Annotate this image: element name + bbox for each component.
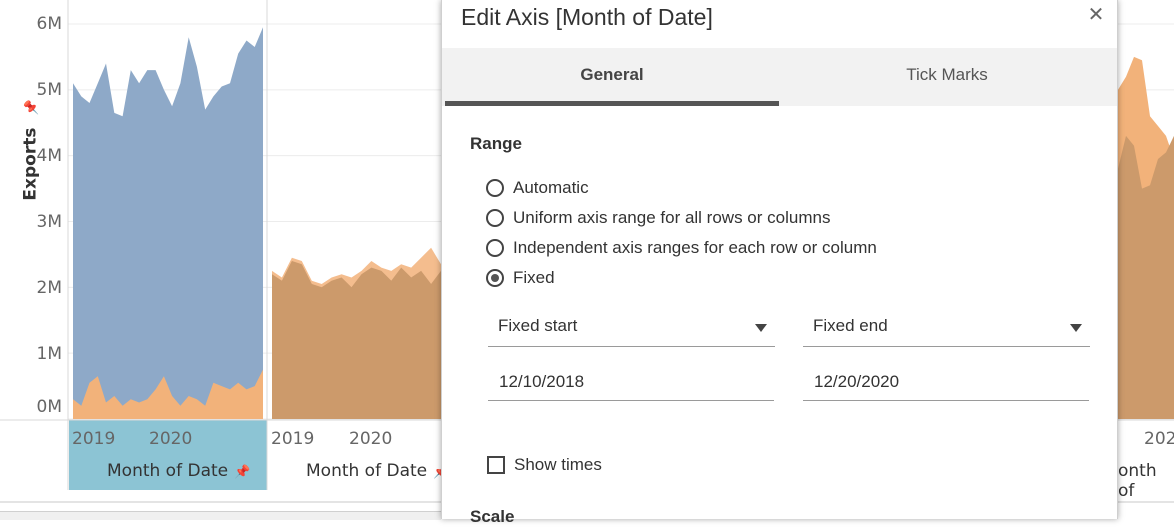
radio-independent-range[interactable]: Independent axis ranges for each row or …	[486, 236, 877, 260]
radio-button[interactable]	[486, 179, 504, 197]
area-series-1[interactable]	[73, 27, 263, 420]
radio-button-selected[interactable]	[486, 269, 504, 287]
tab-general[interactable]: General	[445, 48, 779, 106]
radio-fixed[interactable]: Fixed	[486, 266, 555, 290]
end-date-field[interactable]: 12/20/2020	[803, 364, 1089, 401]
x-tick-label: 2020	[349, 429, 393, 449]
radio-label: Fixed	[513, 268, 555, 287]
radio-label: Independent axis ranges for each row or …	[513, 238, 877, 257]
fixed-start-dropdown[interactable]: Fixed start	[488, 312, 775, 347]
radio-button[interactable]	[486, 239, 504, 257]
x-axis-title[interactable]: Month of Date📌	[107, 461, 250, 481]
y-tick-label: 1M	[36, 344, 62, 364]
field-value: 12/20/2020	[814, 372, 900, 391]
tab-bar: General Tick Marks	[442, 48, 1117, 106]
radio-button[interactable]	[486, 209, 504, 227]
x-tick-label: 2020	[149, 429, 193, 449]
edit-axis-dialog: Edit Axis [Month of Date] ✕ General Tick…	[441, 0, 1118, 526]
show-times-option[interactable]: Show times	[487, 455, 602, 475]
fixed-end-dropdown[interactable]: Fixed end	[803, 312, 1090, 347]
x-tick-label: 202	[1144, 429, 1174, 449]
y-tick-label: 0M	[36, 397, 62, 417]
radio-label: Uniform axis range for all rows or colum…	[513, 208, 831, 227]
y-tick-label: 2M	[36, 278, 62, 298]
checkbox-label: Show times	[514, 455, 602, 474]
x-axis-title[interactable]: Month of Date📌	[306, 461, 449, 481]
x-axis-title[interactable]: onth of	[1118, 461, 1174, 501]
chevron-down-icon	[755, 324, 767, 332]
dropdown-value: Fixed start	[498, 316, 578, 335]
radio-uniform-range[interactable]: Uniform axis range for all rows or colum…	[486, 206, 830, 230]
x-tick-label: 2019	[72, 429, 116, 449]
y-tick-label: 5M	[36, 80, 62, 100]
tab-tick-marks[interactable]: Tick Marks	[780, 48, 1114, 106]
show-times-checkbox[interactable]	[487, 456, 505, 474]
range-heading: Range	[470, 134, 522, 153]
radio-label: Automatic	[513, 178, 589, 197]
y-tick-label: 4M	[36, 146, 62, 166]
radio-automatic[interactable]: Automatic	[486, 176, 589, 200]
dialog-title: Edit Axis [Month of Date]	[461, 4, 713, 30]
scale-heading: Scale	[470, 507, 515, 526]
y-tick-label: 6M	[36, 14, 62, 34]
y-tick-label: 3M	[36, 212, 62, 232]
chevron-down-icon	[1070, 324, 1082, 332]
close-icon[interactable]: ✕	[1085, 4, 1107, 26]
dropdown-value: Fixed end	[813, 316, 888, 335]
x-tick-label: 2019	[271, 429, 315, 449]
start-date-field[interactable]: 12/10/2018	[488, 364, 774, 401]
pin-icon: 📌	[24, 99, 40, 116]
pin-icon: 📌	[234, 465, 251, 480]
field-value: 12/10/2018	[499, 372, 585, 391]
